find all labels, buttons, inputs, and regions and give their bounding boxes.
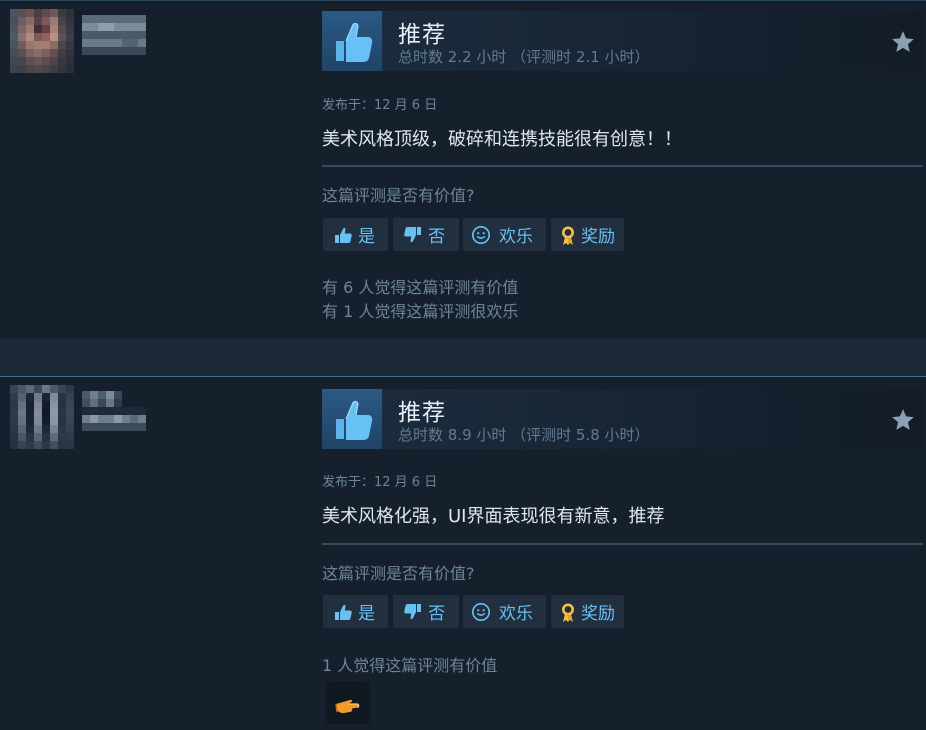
review-header[interactable]: 推荐 总时数 8.9 小时 （评测时 5.8 小时）: [322, 389, 922, 449]
vote-no-label: 否: [428, 604, 445, 624]
thumbs-down-icon: [404, 603, 421, 619]
thumbs-down-icon: [404, 226, 421, 242]
helpful-question: 这篇评测是否有价值?: [322, 186, 475, 205]
posted-date: 发布于：12 月 6 日: [322, 475, 438, 490]
avatar[interactable]: [10, 9, 74, 73]
award-label: 奖励: [581, 604, 615, 624]
thumbs-up-icon: [335, 604, 352, 620]
review-verdict[interactable]: 推荐: [398, 393, 446, 427]
thumbs-up-icon: [322, 11, 382, 71]
smiley-icon: [472, 602, 490, 621]
review-verdict[interactable]: 推荐: [398, 15, 446, 49]
vote-funny-label: 欢乐: [499, 604, 533, 624]
smiley-icon: [472, 225, 490, 244]
username-blurred[interactable]: [82, 391, 146, 431]
vote-yes-label: 是: [358, 604, 375, 624]
thumbs-up-icon: [335, 227, 352, 243]
award-ribbon-icon: [562, 603, 574, 622]
thumbs-up-icon: [322, 389, 382, 449]
award-button[interactable]: 奖励: [551, 218, 624, 251]
vote-yes-label: 是: [358, 227, 375, 247]
vote-no-label: 否: [428, 227, 445, 247]
playtime-hours: 总时数 8.9 小时 （评测时 5.8 小时）: [398, 426, 650, 444]
avatar[interactable]: [10, 385, 74, 449]
divider: [322, 165, 923, 167]
vote-yes-button[interactable]: 是: [323, 595, 388, 628]
review-text: 美术风格顶级，破碎和连携技能很有创意！！: [322, 129, 682, 150]
pointing-hand-award-icon[interactable]: [326, 681, 370, 724]
award-button[interactable]: 奖励: [551, 595, 624, 628]
username-blurred[interactable]: [82, 15, 146, 55]
vote-funny-button[interactable]: 欢乐: [463, 595, 546, 628]
playtime-hours: 总时数 2.2 小时 （评测时 2.1 小时）: [398, 48, 650, 66]
review-card: 推荐 总时数 2.2 小时 （评测时 2.1 小时） 发布于：12 月 6 日 …: [0, 0, 926, 339]
vote-funny-button[interactable]: 欢乐: [463, 218, 546, 251]
vote-no-button[interactable]: 否: [393, 595, 459, 628]
divider: [322, 543, 923, 545]
award-label: 奖励: [581, 227, 615, 247]
review-card: 推荐 总时数 8.9 小时 （评测时 5.8 小时） 发布于：12 月 6 日 …: [0, 376, 926, 730]
review-separator: [0, 338, 926, 376]
award-ribbon-icon: [562, 226, 574, 245]
vote-yes-button[interactable]: 是: [323, 218, 388, 251]
review-text: 美术风格化强，UI界面表现很有新意，推荐: [322, 506, 665, 527]
helpful-count: 1 人觉得这篇评测有价值: [322, 656, 498, 675]
vote-no-button[interactable]: 否: [393, 218, 459, 251]
helpful-question: 这篇评测是否有价值?: [322, 564, 475, 583]
funny-count: 有 1 人觉得这篇评测很欢乐: [322, 302, 519, 321]
vote-funny-label: 欢乐: [499, 227, 533, 247]
review-header[interactable]: 推荐 总时数 2.2 小时 （评测时 2.1 小时）: [322, 11, 922, 71]
star-icon[interactable]: [890, 407, 916, 433]
star-icon[interactable]: [890, 29, 916, 55]
helpful-count: 有 6 人觉得这篇评测有价值: [322, 278, 519, 297]
posted-date: 发布于：12 月 6 日: [322, 98, 438, 113]
